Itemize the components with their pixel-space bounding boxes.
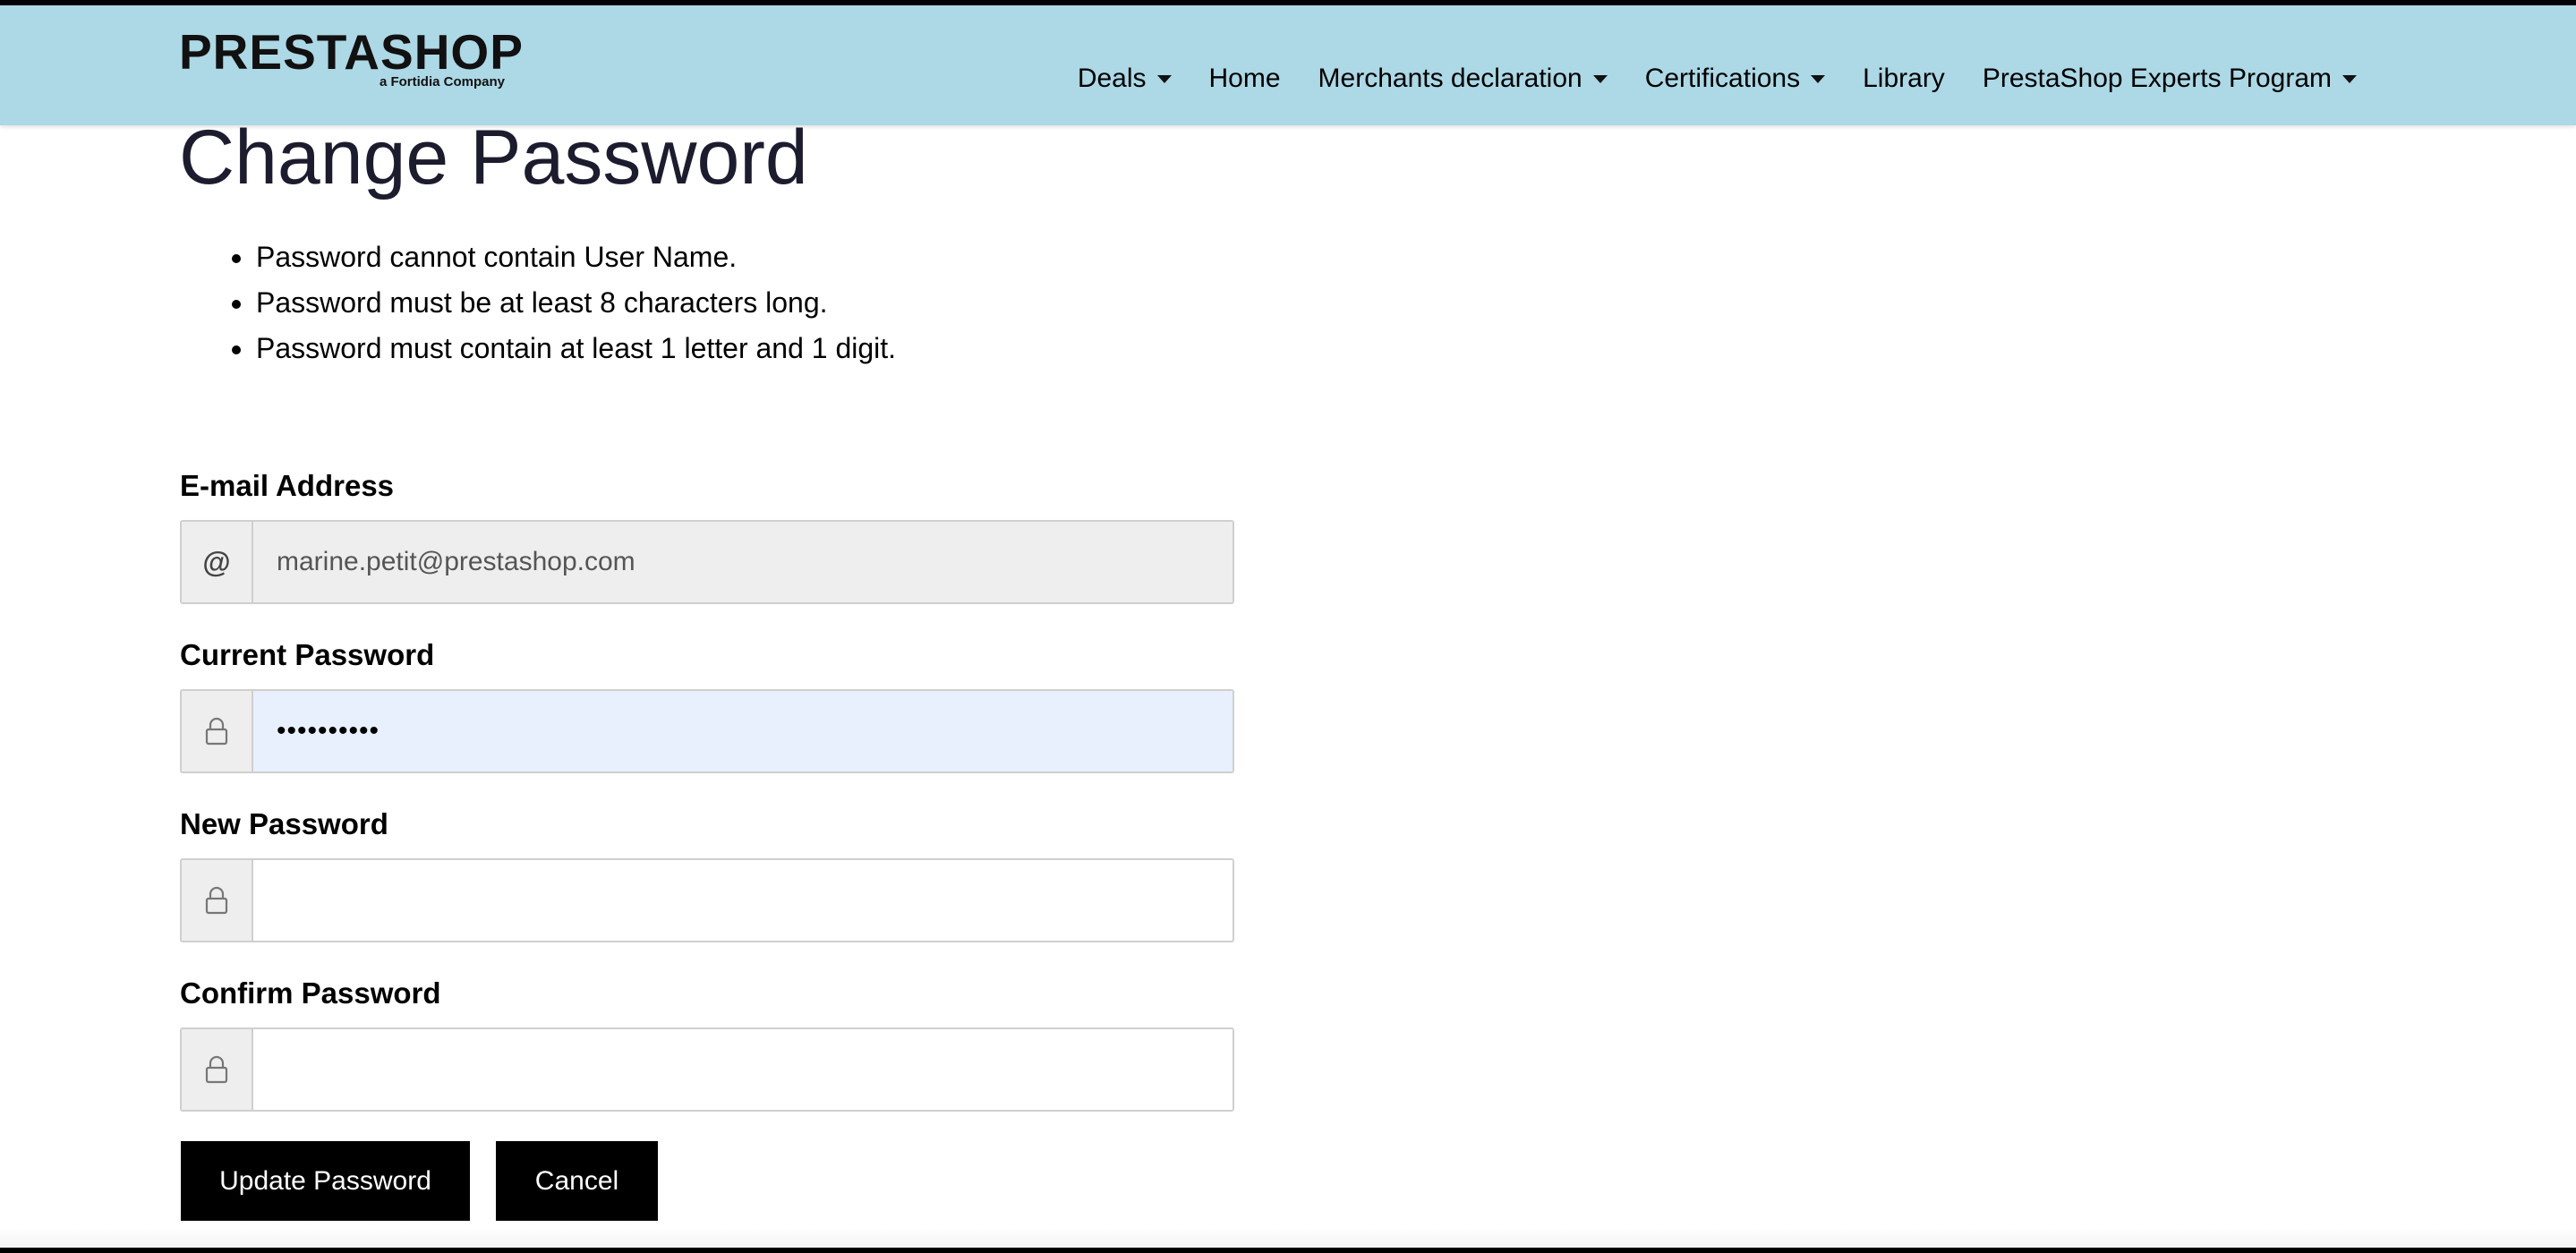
confirm-password-addon (182, 1029, 253, 1110)
nav-item-label: Library (1863, 64, 1945, 93)
navbar: PRESTASHOP a Fortidia Company Deals Home… (0, 5, 2576, 125)
current-password-label: Current Password (180, 638, 435, 671)
confirm-password-input[interactable] (253, 1029, 1233, 1110)
password-rule: Password must contain at least 1 letter … (215, 326, 896, 371)
lock-icon (205, 886, 228, 915)
nav-item-label: Home (1208, 64, 1281, 93)
prestashop-logo[interactable]: PRESTASHOP a Fortidia Company (179, 25, 523, 90)
email-label: E-mail Address (180, 469, 395, 502)
page-bottom-shade (0, 1228, 2576, 1248)
caret-down-icon (1156, 74, 1172, 83)
email-field[interactable] (253, 522, 1233, 602)
nav-item-label: Certifications (1644, 64, 1801, 93)
current-password-input-group (180, 689, 1234, 773)
caret-down-icon (1592, 74, 1608, 83)
nav-item-library[interactable]: Library (1863, 59, 1945, 98)
logo-tagline: a Fortidia Company (379, 74, 505, 90)
cancel-button[interactable]: Cancel (496, 1141, 658, 1221)
password-rule: Password must be at least 8 characters l… (215, 280, 896, 326)
update-password-button[interactable]: Update Password (181, 1141, 470, 1221)
lock-icon (205, 1055, 228, 1084)
nav-item-label: Merchants declaration (1318, 64, 1582, 93)
confirm-password-label: Confirm Password (180, 976, 441, 1010)
nav-item-experts-program[interactable]: PrestaShop Experts Program (1983, 59, 2357, 98)
new-password-addon (182, 860, 253, 941)
nav-item-home[interactable]: Home (1209, 59, 1281, 98)
bottom-edge (0, 1248, 2576, 1253)
password-rules-list: Password cannot contain User Name. Passw… (215, 234, 896, 371)
current-password-addon (182, 691, 253, 771)
at-icon: @ (202, 545, 231, 578)
caret-down-icon (2342, 74, 2357, 83)
email-addon: @ (182, 522, 253, 602)
nav-item-label: Deals (1077, 64, 1147, 93)
page-title: Change Password (179, 115, 808, 200)
nav-item-certifications[interactable]: Certifications (1644, 59, 1826, 98)
nav-item-deals[interactable]: Deals (1078, 59, 1172, 98)
nav-item-merchants-declaration[interactable]: Merchants declaration (1318, 59, 1608, 98)
nav-item-label: PrestaShop Experts Program (1982, 64, 2332, 93)
new-password-label: New Password (180, 807, 388, 840)
lock-icon (205, 717, 228, 746)
email-input-group: @ (180, 520, 1234, 604)
new-password-input-group (180, 858, 1234, 942)
caret-down-icon (1811, 74, 1826, 83)
confirm-password-input-group (180, 1027, 1234, 1112)
password-rule: Password cannot contain User Name. (215, 234, 896, 280)
logo-wordmark: PRESTASHOP (179, 24, 524, 80)
main-nav: Deals Home Merchants declaration Certifi… (1040, 59, 2357, 98)
current-password-input[interactable] (253, 691, 1233, 771)
new-password-input[interactable] (253, 860, 1233, 941)
